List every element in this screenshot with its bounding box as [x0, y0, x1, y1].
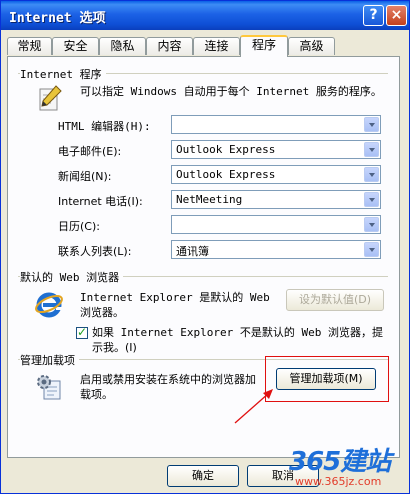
- chevron-down-icon[interactable]: [364, 192, 379, 207]
- internet-call-select[interactable]: NetMeeting: [171, 190, 381, 209]
- close-button[interactable]: ×: [386, 5, 407, 26]
- tab-security[interactable]: 安全: [52, 37, 99, 55]
- set-default-button[interactable]: 设为默认值(D): [286, 289, 384, 311]
- chevron-down-icon[interactable]: [364, 242, 379, 257]
- calendar-select[interactable]: [171, 215, 381, 234]
- email-label: 电子邮件(E):: [58, 145, 122, 158]
- internet-programs-group-title: Internet 程序: [20, 66, 106, 82]
- addons-description-line2: 载项。: [80, 388, 113, 401]
- contact-list-select[interactable]: 通讯簿: [171, 240, 381, 259]
- contact-list-value: 通讯簿: [176, 245, 209, 258]
- internet-call-label: Internet 电话(I):: [58, 195, 143, 208]
- title-bar[interactable]: Internet 选项 ? ×: [1, 1, 409, 30]
- chevron-down-icon[interactable]: [364, 117, 379, 132]
- programs-description: 可以指定 Windows 自动用于每个 Internet 服务的程序。: [80, 85, 382, 98]
- contact-list-label: 联系人列表(L):: [58, 245, 132, 258]
- window-title: Internet 选项: [9, 11, 106, 26]
- prompt-default-label-line2[interactable]: 示我。(I): [92, 340, 137, 355]
- tab-privacy[interactable]: 隐私: [99, 37, 146, 55]
- chevron-down-icon[interactable]: [364, 167, 379, 182]
- chevron-down-icon[interactable]: [364, 217, 379, 232]
- tab-programs[interactable]: 程序: [240, 35, 288, 57]
- tab-connections[interactable]: 连接: [193, 37, 240, 55]
- internet-options-dialog: Internet 选项 ? × 常规 安全 隐私 内容 连接 程序 高级 Int…: [0, 0, 410, 494]
- newsgroups-value: Outlook Express: [176, 168, 276, 181]
- tab-content[interactable]: 内容: [146, 37, 193, 55]
- watermark-url: www.365jz.com: [295, 475, 382, 488]
- newsgroups-select[interactable]: Outlook Express: [171, 165, 381, 184]
- chevron-down-icon[interactable]: [364, 142, 379, 157]
- prompt-default-label-line1[interactable]: 如果 Internet Explorer 不是默认的 Web 浏览器，提: [92, 325, 383, 340]
- tab-advanced[interactable]: 高级: [288, 37, 335, 55]
- email-value: Outlook Express: [176, 143, 276, 156]
- document-pen-icon: [34, 83, 64, 113]
- internet-call-value: NetMeeting: [176, 193, 243, 206]
- calendar-label: 日历(C):: [58, 220, 100, 233]
- highlight-box: [265, 356, 389, 402]
- internet-explorer-icon: [34, 289, 64, 319]
- addons-group-title: 管理加载项: [20, 352, 79, 368]
- default-browser-group-title: 默认的 Web 浏览器: [20, 269, 124, 285]
- site-watermark: 365建站 www.365jz.com: [273, 441, 407, 493]
- help-button[interactable]: ?: [363, 5, 384, 26]
- red-arrow-annotation: [234, 389, 273, 424]
- html-editor-label: HTML 编辑器(H):: [58, 120, 151, 133]
- html-editor-select[interactable]: [171, 115, 381, 134]
- default-browser-status-line2: 浏览器。: [80, 306, 124, 319]
- watermark-brand: 365建站: [289, 447, 391, 477]
- email-select[interactable]: Outlook Express: [171, 140, 381, 159]
- tab-general[interactable]: 常规: [7, 37, 52, 55]
- addons-gear-icon: [34, 371, 66, 403]
- newsgroups-label: 新闻组(N):: [58, 170, 112, 183]
- default-browser-status-line1: Internet Explorer 是默认的 Web: [80, 291, 270, 304]
- prompt-default-checkbox[interactable]: [76, 325, 88, 339]
- ok-button[interactable]: 确定: [167, 465, 239, 487]
